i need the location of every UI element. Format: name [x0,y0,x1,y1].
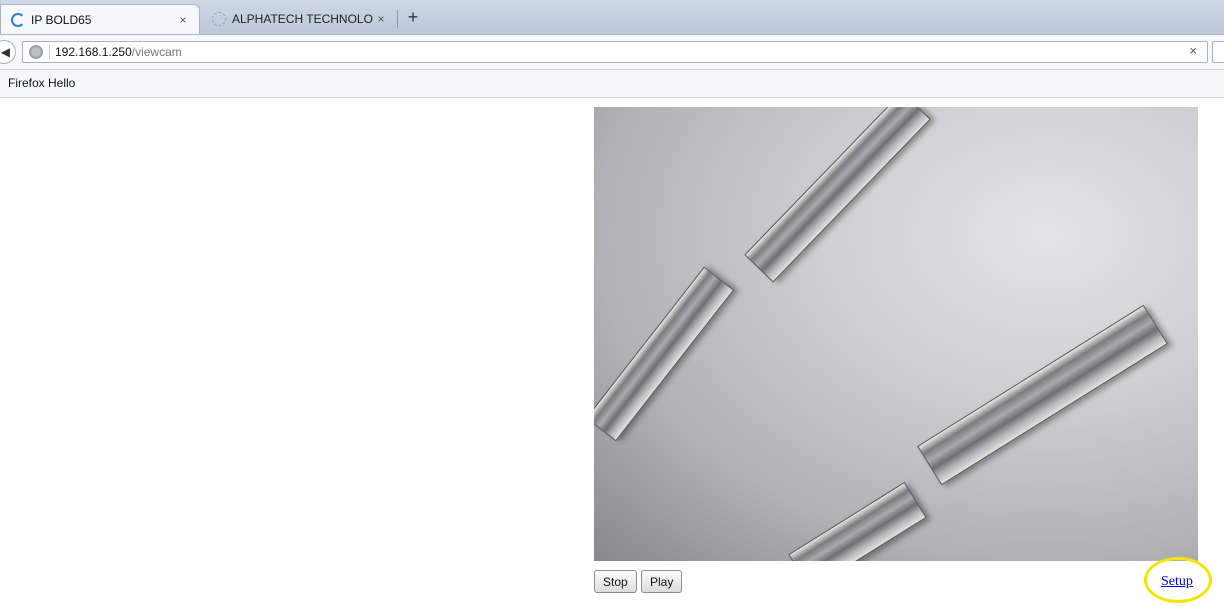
clear-url-icon[interactable]: × [1189,43,1197,58]
navigation-bar: ◀ 192.168.1.250/viewcam × [0,35,1224,70]
loading-spinner-icon [11,12,25,27]
close-tab-icon[interactable]: × [175,13,191,27]
stop-button[interactable]: Stop [594,570,637,593]
url-path: /viewcam [131,45,182,59]
url-bar[interactable]: 192.168.1.250/viewcam × [22,41,1208,63]
toolbar-button[interactable] [1212,41,1224,63]
bookmark-firefox-hello[interactable]: Firefox Hello [8,76,75,90]
arrow-left-icon: ◀ [0,45,10,59]
site-favicon-icon [212,12,226,26]
play-button[interactable]: Play [641,570,683,593]
tab-alphatech[interactable]: ALPHATECH TECHNOLOG... × [202,4,397,34]
url-text: 192.168.1.250/viewcam [55,45,182,59]
bookmarks-bar: Firefox Hello [0,70,1224,98]
back-button[interactable]: ◀ [0,40,16,64]
tab-separator [397,10,398,28]
tab-title: ALPHATECH TECHNOLOG... [232,12,373,26]
tab-ip-bold65[interactable]: IP BOLD65 × [0,4,200,34]
highlight-circle [1144,557,1212,603]
globe-icon [29,45,43,59]
tab-title: IP BOLD65 [31,12,92,27]
camera-feed [594,107,1198,561]
new-tab-button[interactable]: + [402,6,424,28]
tab-strip: IP BOLD65 × ALPHATECH TECHNOLOG... × + [0,0,1224,35]
url-host: 192.168.1.250 [55,45,132,59]
close-tab-icon[interactable]: × [373,12,389,26]
url-divider [49,45,50,59]
